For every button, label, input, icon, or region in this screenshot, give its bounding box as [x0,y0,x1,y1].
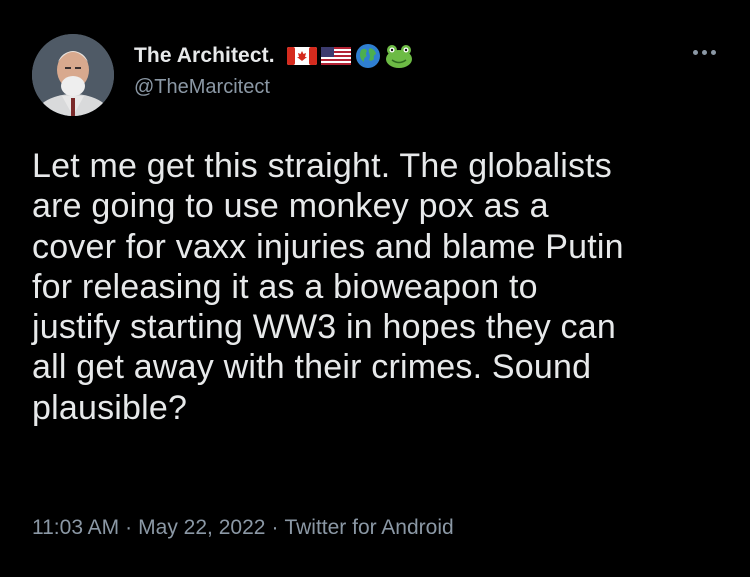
more-dot-icon [710,49,716,55]
tweet-text: Let me get this straight. The globalists… [32,147,624,427]
meta-separator: · [125,516,133,539]
frog-icon [385,45,412,68]
more-dot-icon [701,49,707,55]
tweet-metadata: 11:03 AM · May 22, 2022 · Twitter for An… [32,516,454,540]
more-dot-icon [692,49,698,55]
name-emojis [286,43,413,69]
user-handle[interactable]: @TheMarcitect [134,76,270,99]
tweet-card: The Architect. @TheMarcitect Let me get … [0,0,750,577]
display-name[interactable]: The Architect. [134,44,275,68]
avatar[interactable] [32,34,114,116]
tweet-date[interactable]: May 22, 2022 [138,516,265,540]
flag-canada-icon [286,47,317,65]
more-options-button[interactable] [686,40,722,64]
tweet-source[interactable]: Twitter for Android [284,516,453,540]
meta-separator: · [271,516,279,539]
tweet-time[interactable]: 11:03 AM [32,516,119,540]
display-name-row: The Architect. [134,40,413,72]
flag-usa-icon [320,47,351,65]
avatar-image [32,34,114,116]
globe-icon [355,44,380,68]
